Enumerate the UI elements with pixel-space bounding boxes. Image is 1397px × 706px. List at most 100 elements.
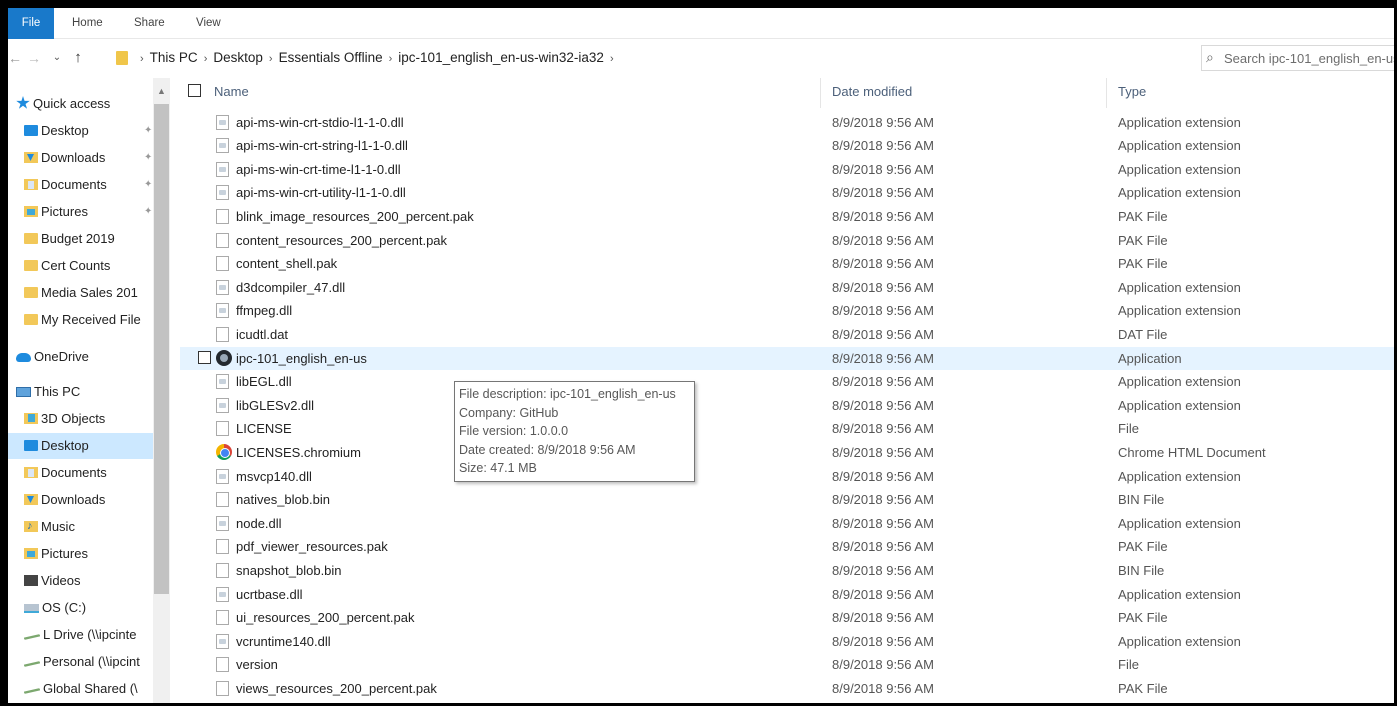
- back-arrow-icon[interactable]: ←: [8, 42, 22, 74]
- row-checkbox[interactable]: [198, 350, 211, 364]
- file-icon: [216, 657, 229, 673]
- sidebar-item-personal-ipcint[interactable]: Personal (\\ipcint: [8, 649, 140, 675]
- tab-share[interactable]: Share: [134, 8, 165, 39]
- tab-file[interactable]: File: [8, 8, 54, 39]
- sidebar-item-documents[interactable]: Documents ✦: [8, 172, 152, 198]
- address-bar[interactable]: › This PC › Desktop › Essentials Offline › ipc-…: [114, 46, 1297, 70]
- file-row[interactable]: libEGL.dll 8/9/2018 9:56 AM Application ex…: [180, 370, 1394, 393]
- file-row[interactable]: api-ms-win-crt-utility-l1-1-0.dll 8/9/201…: [180, 181, 1394, 204]
- sidebar-item-quick-access[interactable]: Quick access: [8, 91, 110, 117]
- select-all-checkbox[interactable]: [188, 84, 201, 97]
- sidebar-item-music[interactable]: Music: [8, 513, 75, 540]
- ribbon-tabs: File Home Share View: [8, 8, 1394, 39]
- file-row[interactable]: api-ms-win-crt-stdio-l1-1-0.dll 8/9/2018 …: [180, 111, 1394, 134]
- file-row[interactable]: snapshot_blob.bin 8/9/2018 9:56 AM BIN Fil…: [180, 559, 1394, 582]
- column-divider[interactable]: [820, 78, 821, 108]
- sidebar-item-pictures[interactable]: Pictures: [8, 541, 88, 567]
- breadcrumb-item[interactable]: This PC: [150, 50, 198, 65]
- file-date-modified: 8/9/2018 9:56 AM: [832, 586, 934, 602]
- file-date-modified: 8/9/2018 9:56 AM: [832, 303, 934, 319]
- sidebar-item-pictures[interactable]: Pictures ✦: [8, 199, 152, 225]
- file-row[interactable]: libGLESv2.dll 8/9/2018 9:56 AM Application…: [180, 394, 1394, 417]
- breadcrumb-item[interactable]: Essentials Offline: [279, 50, 383, 65]
- file-row[interactable]: node.dll 8/9/2018 9:56 AM Application exte…: [180, 512, 1394, 535]
- column-header-date-modified[interactable]: Date modified: [832, 84, 912, 99]
- sidebar-item-my-received-file[interactable]: My Received File: [8, 307, 141, 333]
- file-type: File: [1118, 657, 1139, 673]
- tab-home[interactable]: Home: [72, 8, 103, 39]
- file-info-tooltip: File description: ipc-101_english_en-us …: [454, 381, 695, 482]
- sidebar-item-downloads[interactable]: Downloads ✦: [8, 145, 152, 171]
- file-name: ipc-101_english_en-us: [236, 350, 367, 366]
- file-row[interactable]: vcruntime140.dll 8/9/2018 9:56 AM Applicat…: [180, 630, 1394, 653]
- file-date-modified: 8/9/2018 9:56 AM: [832, 657, 934, 673]
- scroll-up-icon[interactable]: ▲: [153, 86, 170, 96]
- sidebar-item-documents[interactable]: Documents: [8, 460, 107, 486]
- up-arrow-icon[interactable]: ↑: [66, 42, 90, 74]
- file-row[interactable]: ucrtbase.dll 8/9/2018 9:56 AM Application …: [180, 583, 1394, 606]
- file-icon: [216, 232, 229, 248]
- sidebar-item-global-shared[interactable]: Global Shared (\: [8, 676, 138, 702]
- breadcrumb-separator-icon[interactable]: ›: [140, 53, 144, 65]
- sidebar-scrollbar[interactable]: ▲: [153, 78, 170, 703]
- sidebar-item-cert-counts[interactable]: Cert Counts: [8, 253, 110, 279]
- column-divider[interactable]: [1106, 78, 1107, 108]
- scrollbar-thumb[interactable]: [154, 104, 169, 594]
- sidebar-item-videos[interactable]: Videos: [8, 568, 81, 594]
- dll-file-icon: [216, 515, 229, 531]
- breadcrumb-separator-icon[interactable]: ›: [389, 53, 393, 65]
- file-row[interactable]: views_resources_200_percent.pak 8/9/2018 …: [180, 677, 1394, 700]
- breadcrumb-separator-icon[interactable]: ›: [269, 53, 273, 65]
- sidebar-item-onedrive[interactable]: OneDrive: [8, 344, 89, 370]
- breadcrumb-item[interactable]: Desktop: [213, 50, 263, 65]
- file-row[interactable]: content_resources_200_percent.pak 8/9/201…: [180, 229, 1394, 252]
- sidebar-item-desktop[interactable]: Desktop ✦: [8, 118, 152, 144]
- sidebar-item-this-pc[interactable]: This PC: [8, 379, 80, 405]
- file-row[interactable]: api-ms-win-crt-time-l1-1-0.dll 8/9/2018 9…: [180, 158, 1394, 181]
- sidebar-item-downloads[interactable]: Downloads: [8, 487, 105, 513]
- file-row[interactable]: ffmpeg.dll 8/9/2018 9:56 AM Application ex…: [180, 299, 1394, 322]
- file-type: Application extension: [1118, 397, 1241, 413]
- pin-icon[interactable]: ✦: [144, 172, 152, 198]
- search-box[interactable]: ⌕: [1201, 45, 1394, 71]
- file-row[interactable]: ipc-101_english_en-us 8/9/2018 9:56 AM App…: [180, 346, 1394, 370]
- forward-arrow-icon[interactable]: →: [24, 42, 44, 74]
- pin-icon[interactable]: ✦: [144, 145, 152, 171]
- file-row[interactable]: d3dcompiler_47.dll 8/9/2018 9:56 AM Applic…: [180, 276, 1394, 299]
- file-name: node.dll: [236, 515, 282, 531]
- file-type: Application extension: [1118, 633, 1241, 649]
- file-row[interactable]: LICENSES.chromium 8/9/2018 9:56 AM Chrome …: [180, 441, 1394, 464]
- star-icon: [16, 96, 30, 109]
- file-row[interactable]: ui_resources_200_percent.pak 8/9/2018 9:5…: [180, 606, 1394, 629]
- breadcrumb-separator-icon[interactable]: ›: [204, 53, 208, 65]
- file-row[interactable]: pdf_viewer_resources.pak 8/9/2018 9:56 AM…: [180, 535, 1394, 558]
- sidebar-item-3d-objects[interactable]: 3D Objects: [8, 406, 105, 432]
- sidebar-item-media-sales-201[interactable]: Media Sales 201: [8, 280, 138, 306]
- file-row[interactable]: content_shell.pak 8/9/2018 9:56 AM PAK Fil…: [180, 252, 1394, 275]
- pin-icon[interactable]: ✦: [144, 199, 152, 225]
- tab-view[interactable]: View: [196, 8, 221, 39]
- file-row[interactable]: natives_blob.bin 8/9/2018 9:56 AM BIN File: [180, 488, 1394, 511]
- sidebar-item-budget-2019[interactable]: Budget 2019: [8, 226, 115, 252]
- sidebar-item-label: Quick access: [33, 96, 111, 111]
- column-header-name[interactable]: Name: [214, 84, 249, 99]
- sidebar-item-desktop[interactable]: Desktop: [8, 433, 153, 459]
- file-row[interactable]: api-ms-win-crt-string-l1-1-0.dll 8/9/2018…: [180, 134, 1394, 157]
- file-name: vcruntime140.dll: [236, 633, 331, 649]
- file-row[interactable]: msvcp140.dll 8/9/2018 9:56 AM Application …: [180, 465, 1394, 488]
- column-header-type[interactable]: Type: [1118, 84, 1146, 99]
- file-row[interactable]: blink_image_resources_200_percent.pak 8/9…: [180, 205, 1394, 228]
- file-row[interactable]: LICENSE 8/9/2018 9:56 AM File: [180, 417, 1394, 440]
- breadcrumb-separator-icon[interactable]: ›: [610, 53, 614, 65]
- file-icon: [216, 492, 229, 508]
- sidebar-item-os-c[interactable]: OS (C:): [8, 595, 86, 621]
- search-input[interactable]: [1224, 46, 1394, 70]
- sidebar-item-label: Documents: [41, 465, 107, 480]
- pin-icon[interactable]: ✦: [144, 118, 152, 144]
- breadcrumb-item[interactable]: ipc-101_english_en-us-win32-ia32: [398, 50, 604, 65]
- file-row[interactable]: icudtl.dat 8/9/2018 9:56 AM DAT File: [180, 323, 1394, 346]
- recent-locations-chevron-icon[interactable]: ⌄: [46, 42, 68, 74]
- file-row[interactable]: version 8/9/2018 9:56 AM File: [180, 653, 1394, 676]
- file-type: Chrome HTML Document: [1118, 445, 1266, 460]
- sidebar-item-l-drive-ipcinte[interactable]: L Drive (\\ipcinte: [8, 622, 136, 648]
